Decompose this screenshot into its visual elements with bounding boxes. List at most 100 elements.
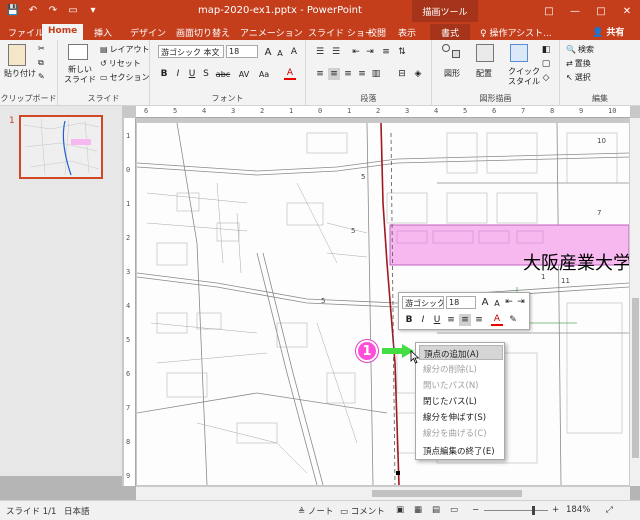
strike-button[interactable]: abc	[214, 68, 232, 80]
mini-format-painter-icon[interactable]: ✎	[507, 314, 519, 326]
font-name-combo[interactable]: 游ゴシック 本文	[158, 45, 224, 58]
vertical-scroll-thumb[interactable]	[632, 298, 639, 458]
mini-underline[interactable]: U	[431, 314, 443, 326]
justify-icon[interactable]: ≡	[356, 68, 368, 80]
paste-button[interactable]: 貼り付け	[4, 68, 36, 79]
smartart-icon[interactable]: ◈	[412, 68, 424, 80]
align-text-icon[interactable]: ⊟	[396, 68, 408, 80]
normal-view-icon[interactable]: ▣	[396, 505, 404, 515]
numbering-icon[interactable]: ☰	[330, 46, 342, 58]
tell-me-search[interactable]: ♀ 操作アシスト...	[480, 26, 552, 39]
shapes-button[interactable]: 図形	[444, 68, 460, 79]
arrange-icon[interactable]	[476, 44, 494, 62]
slide-sorter-icon[interactable]: ▦	[414, 505, 422, 515]
zoom-slider-thumb[interactable]	[532, 506, 535, 515]
underline-button[interactable]: U	[186, 68, 198, 80]
new-slide-label-2[interactable]: スライド	[64, 74, 96, 85]
tab-design[interactable]: デザイン	[124, 24, 172, 40]
shadow-button[interactable]: S	[200, 68, 212, 80]
find-button[interactable]: 🔍 検索	[566, 44, 594, 55]
align-right-icon[interactable]: ≡	[342, 68, 354, 80]
shape-effects-icon[interactable]: ◇	[540, 72, 552, 84]
tab-view[interactable]: 表示	[392, 24, 422, 40]
paste-icon[interactable]	[8, 44, 26, 66]
horizontal-scrollbar[interactable]	[136, 486, 630, 500]
increase-indent-icon[interactable]: ⇥	[364, 46, 376, 58]
mini-italic[interactable]: I	[417, 314, 429, 326]
mini-grow-font[interactable]: A	[479, 296, 491, 308]
mini-align-center-icon[interactable]: ≡	[459, 314, 471, 326]
ribbon-display-icon[interactable]: □	[536, 0, 562, 22]
menu-item-exit-edit-points[interactable]: 頂点編集の終了(E)	[419, 443, 503, 458]
menu-item-straight-segment[interactable]: 線分を伸ばす(S)	[419, 409, 503, 424]
slide-canvas[interactable]: 5 5 5 1 7 10 11 大阪産業大学	[137, 123, 629, 485]
menu-item-add-vertex[interactable]: 頂点の追加(A)	[419, 345, 503, 360]
mini-font-color[interactable]: A	[491, 314, 503, 326]
minimize-icon[interactable]: —	[562, 0, 588, 22]
language-indicator[interactable]: 日本語	[64, 505, 90, 517]
shapes-icon[interactable]	[442, 44, 462, 64]
horizontal-scroll-thumb[interactable]	[372, 490, 522, 497]
path-vertex[interactable]	[396, 471, 400, 475]
menu-item-open-path[interactable]: 開いたパス(N)	[419, 377, 503, 392]
char-spacing-button[interactable]: AV	[236, 68, 252, 80]
arrange-button[interactable]: 配置	[476, 68, 492, 79]
mini-font-name[interactable]: 游ゴシック	[402, 296, 444, 309]
shape-fill-icon[interactable]: ◧	[540, 44, 552, 56]
new-slide-icon[interactable]	[68, 44, 88, 60]
bold-button[interactable]: B	[158, 68, 170, 80]
university-label[interactable]: 大阪産業大学	[523, 253, 629, 274]
menu-item-curved-segment[interactable]: 線分を曲げる(C)	[419, 425, 503, 440]
layout-button[interactable]: ▤ レイアウト	[100, 44, 150, 55]
mini-bold[interactable]: B	[403, 314, 415, 326]
zoom-out-button[interactable]: −	[472, 505, 479, 515]
zoom-in-button[interactable]: +	[552, 505, 559, 515]
mini-font-size[interactable]: 18	[446, 296, 476, 309]
reading-view-icon[interactable]: ▤	[432, 505, 440, 515]
comments-button[interactable]: ▭ コメント	[340, 505, 385, 517]
menu-item-delete-segment[interactable]: 線分の削除(L)	[419, 361, 503, 376]
section-button[interactable]: ▭ セクション	[100, 72, 150, 83]
maximize-icon[interactable]: □	[588, 0, 614, 22]
change-case-button[interactable]: Aa	[256, 68, 272, 80]
tab-animations[interactable]: アニメーション	[234, 24, 309, 40]
font-color-button[interactable]: A	[284, 68, 296, 80]
tab-review[interactable]: 校閲	[362, 24, 392, 40]
menu-item-close-path[interactable]: 閉じたパス(L)	[419, 393, 503, 408]
italic-button[interactable]: I	[172, 68, 184, 80]
quick-style-icon[interactable]	[510, 44, 528, 62]
reset-button[interactable]: ↺ リセット	[100, 58, 141, 69]
mini-align-right-icon[interactable]: ≡	[473, 314, 485, 326]
tab-transitions[interactable]: 画面切り替え	[170, 24, 236, 40]
tab-home[interactable]: Home	[42, 24, 84, 40]
cut-icon[interactable]: ✂	[38, 44, 45, 53]
font-size-combo[interactable]: 18	[226, 45, 258, 58]
bullets-icon[interactable]: ☰	[314, 46, 326, 58]
shape-outline-icon[interactable]: ▢	[540, 58, 552, 70]
select-button[interactable]: ↖ 選択	[566, 72, 591, 83]
mini-shrink-font[interactable]: A	[491, 297, 503, 309]
copy-icon[interactable]: ⧉	[38, 58, 44, 68]
mini-outdent-icon[interactable]: ⇥	[515, 296, 527, 308]
share-button[interactable]: 👤 共有	[592, 25, 624, 38]
line-spacing-icon[interactable]: ≡	[380, 46, 392, 58]
format-painter-icon[interactable]: ✎	[38, 72, 45, 81]
tab-insert[interactable]: 挿入	[88, 24, 118, 40]
columns-icon[interactable]: ▥	[370, 68, 382, 80]
vertical-scrollbar[interactable]	[629, 118, 640, 486]
slideshow-view-icon[interactable]: ▭	[450, 505, 458, 515]
shrink-font-button[interactable]: A	[274, 47, 286, 59]
fit-slide-icon[interactable]: ⤢	[606, 505, 613, 515]
slide-thumbnail[interactable]	[19, 115, 103, 179]
mini-indent-icon[interactable]: ⇤	[503, 296, 515, 308]
notes-button[interactable]: ≜ ノート	[298, 505, 333, 517]
quick-style-label-2[interactable]: スタイル	[508, 76, 540, 87]
mini-align-left-icon[interactable]: ≡	[445, 314, 457, 326]
text-direction-icon[interactable]: ⇅	[396, 46, 408, 58]
close-icon[interactable]: ✕	[614, 0, 640, 22]
zoom-level[interactable]: 184%	[566, 505, 590, 515]
decrease-indent-icon[interactable]: ⇤	[350, 46, 362, 58]
tab-format[interactable]: 書式	[430, 24, 470, 40]
replace-button[interactable]: ⇄ 置換	[566, 58, 591, 69]
clear-format-button[interactable]: A	[288, 46, 300, 58]
